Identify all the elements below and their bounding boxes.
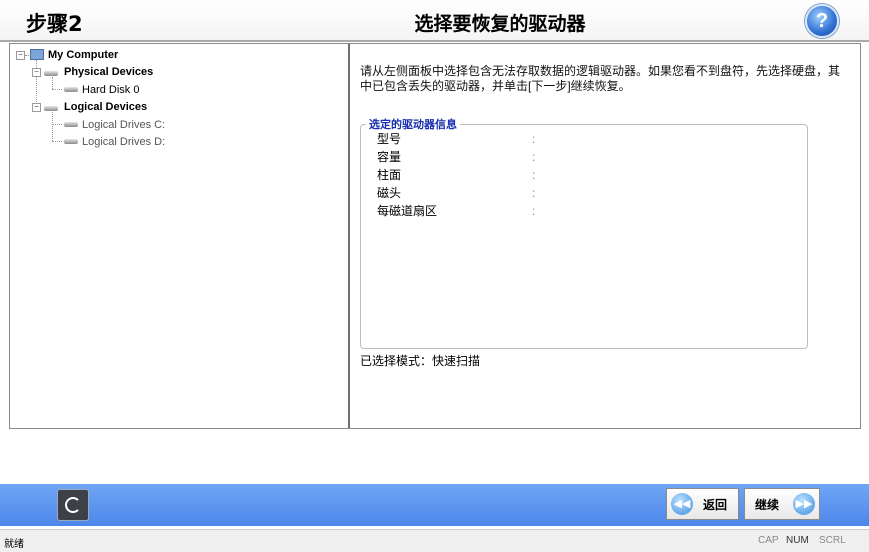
status-text: 就绪 [4, 539, 24, 550]
footer-bar: ◀◀ 返回 继续 ▶▶ [0, 484, 869, 526]
page-title: 选择要恢复的驱动器 [414, 13, 586, 35]
step-label: 步骤2 [26, 12, 83, 36]
property-label: 每磁道扇区 [377, 204, 438, 218]
restart-icon[interactable] [57, 489, 89, 521]
drive-icon [64, 87, 78, 92]
group-title: 选定的驱动器信息 [366, 116, 460, 132]
collapse-toggle-icon[interactable]: − [32, 103, 41, 112]
property-row: 容量: [377, 149, 535, 166]
next-button-label: 继续 [755, 498, 780, 512]
computer-icon [30, 49, 44, 60]
scroll-indicator: SCRL [819, 535, 846, 546]
property-row: 型号: [377, 131, 535, 148]
drive-info-panel: 请从左侧面板中选择包含无法存取数据的逻辑驱动器。如果您看不到盘符，先选择硬盘，其… [348, 43, 861, 429]
collapse-toggle-icon[interactable]: − [16, 51, 25, 60]
property-value: : [532, 186, 536, 200]
header-bar: 步骤2 选择要恢复的驱动器 ? [0, 0, 869, 42]
property-label: 柱面 [377, 168, 402, 182]
selected-drive-info-group [360, 124, 808, 349]
property-row: 柱面: [377, 167, 535, 184]
next-arrow-icon: ▶▶ [793, 493, 815, 515]
tree-item-physical-devices[interactable]: Physical Devices [64, 64, 153, 80]
recovery-wizard-window: 步骤2 选择要恢复的驱动器 ? − My Computer − Physical… [0, 0, 869, 552]
property-value: : [532, 168, 536, 182]
collapse-toggle-icon[interactable]: − [32, 68, 41, 77]
tree-item-logical-devices[interactable]: Logical Devices [64, 99, 147, 115]
property-value: : [532, 132, 536, 146]
property-value: : [532, 150, 536, 164]
drive-icon [64, 139, 78, 144]
device-tree-panel: − My Computer − Physical Devices Hard Di… [9, 43, 349, 429]
status-bar: 就绪 CAP NUM SCRL [0, 529, 869, 552]
back-arrow-icon: ◀◀ [671, 493, 693, 515]
property-row: 磁头: [377, 185, 535, 202]
back-button-label: 返回 [703, 498, 728, 512]
num-indicator: NUM [786, 535, 809, 546]
drive-icon [64, 122, 78, 127]
property-value: : [532, 204, 536, 218]
property-row: 每磁道扇区: [377, 203, 535, 220]
help-icon[interactable]: ? [805, 4, 839, 38]
property-label: 容量 [377, 150, 402, 164]
scan-mode-text: 已选择模式：快速扫描 [360, 354, 481, 368]
tree-item-my-computer[interactable]: My Computer [48, 47, 118, 63]
instruction-text: 请从左侧面板中选择包含无法存取数据的逻辑驱动器。如果您看不到盘符，先选择硬盘，其… [360, 64, 841, 93]
tree-item-hard-disk-0[interactable]: Hard Disk 0 [82, 82, 139, 98]
tree-item-drive-c[interactable]: Logical Drives C: [82, 117, 165, 133]
drive-icon [44, 106, 58, 111]
caps-indicator: CAP [758, 535, 779, 546]
next-button[interactable]: 继续 ▶▶ [744, 488, 820, 520]
drive-icon [44, 71, 58, 76]
tree-item-drive-d[interactable]: Logical Drives D: [82, 134, 165, 150]
property-label: 型号 [377, 132, 402, 146]
back-button[interactable]: ◀◀ 返回 [666, 488, 739, 520]
property-label: 磁头 [377, 186, 402, 200]
